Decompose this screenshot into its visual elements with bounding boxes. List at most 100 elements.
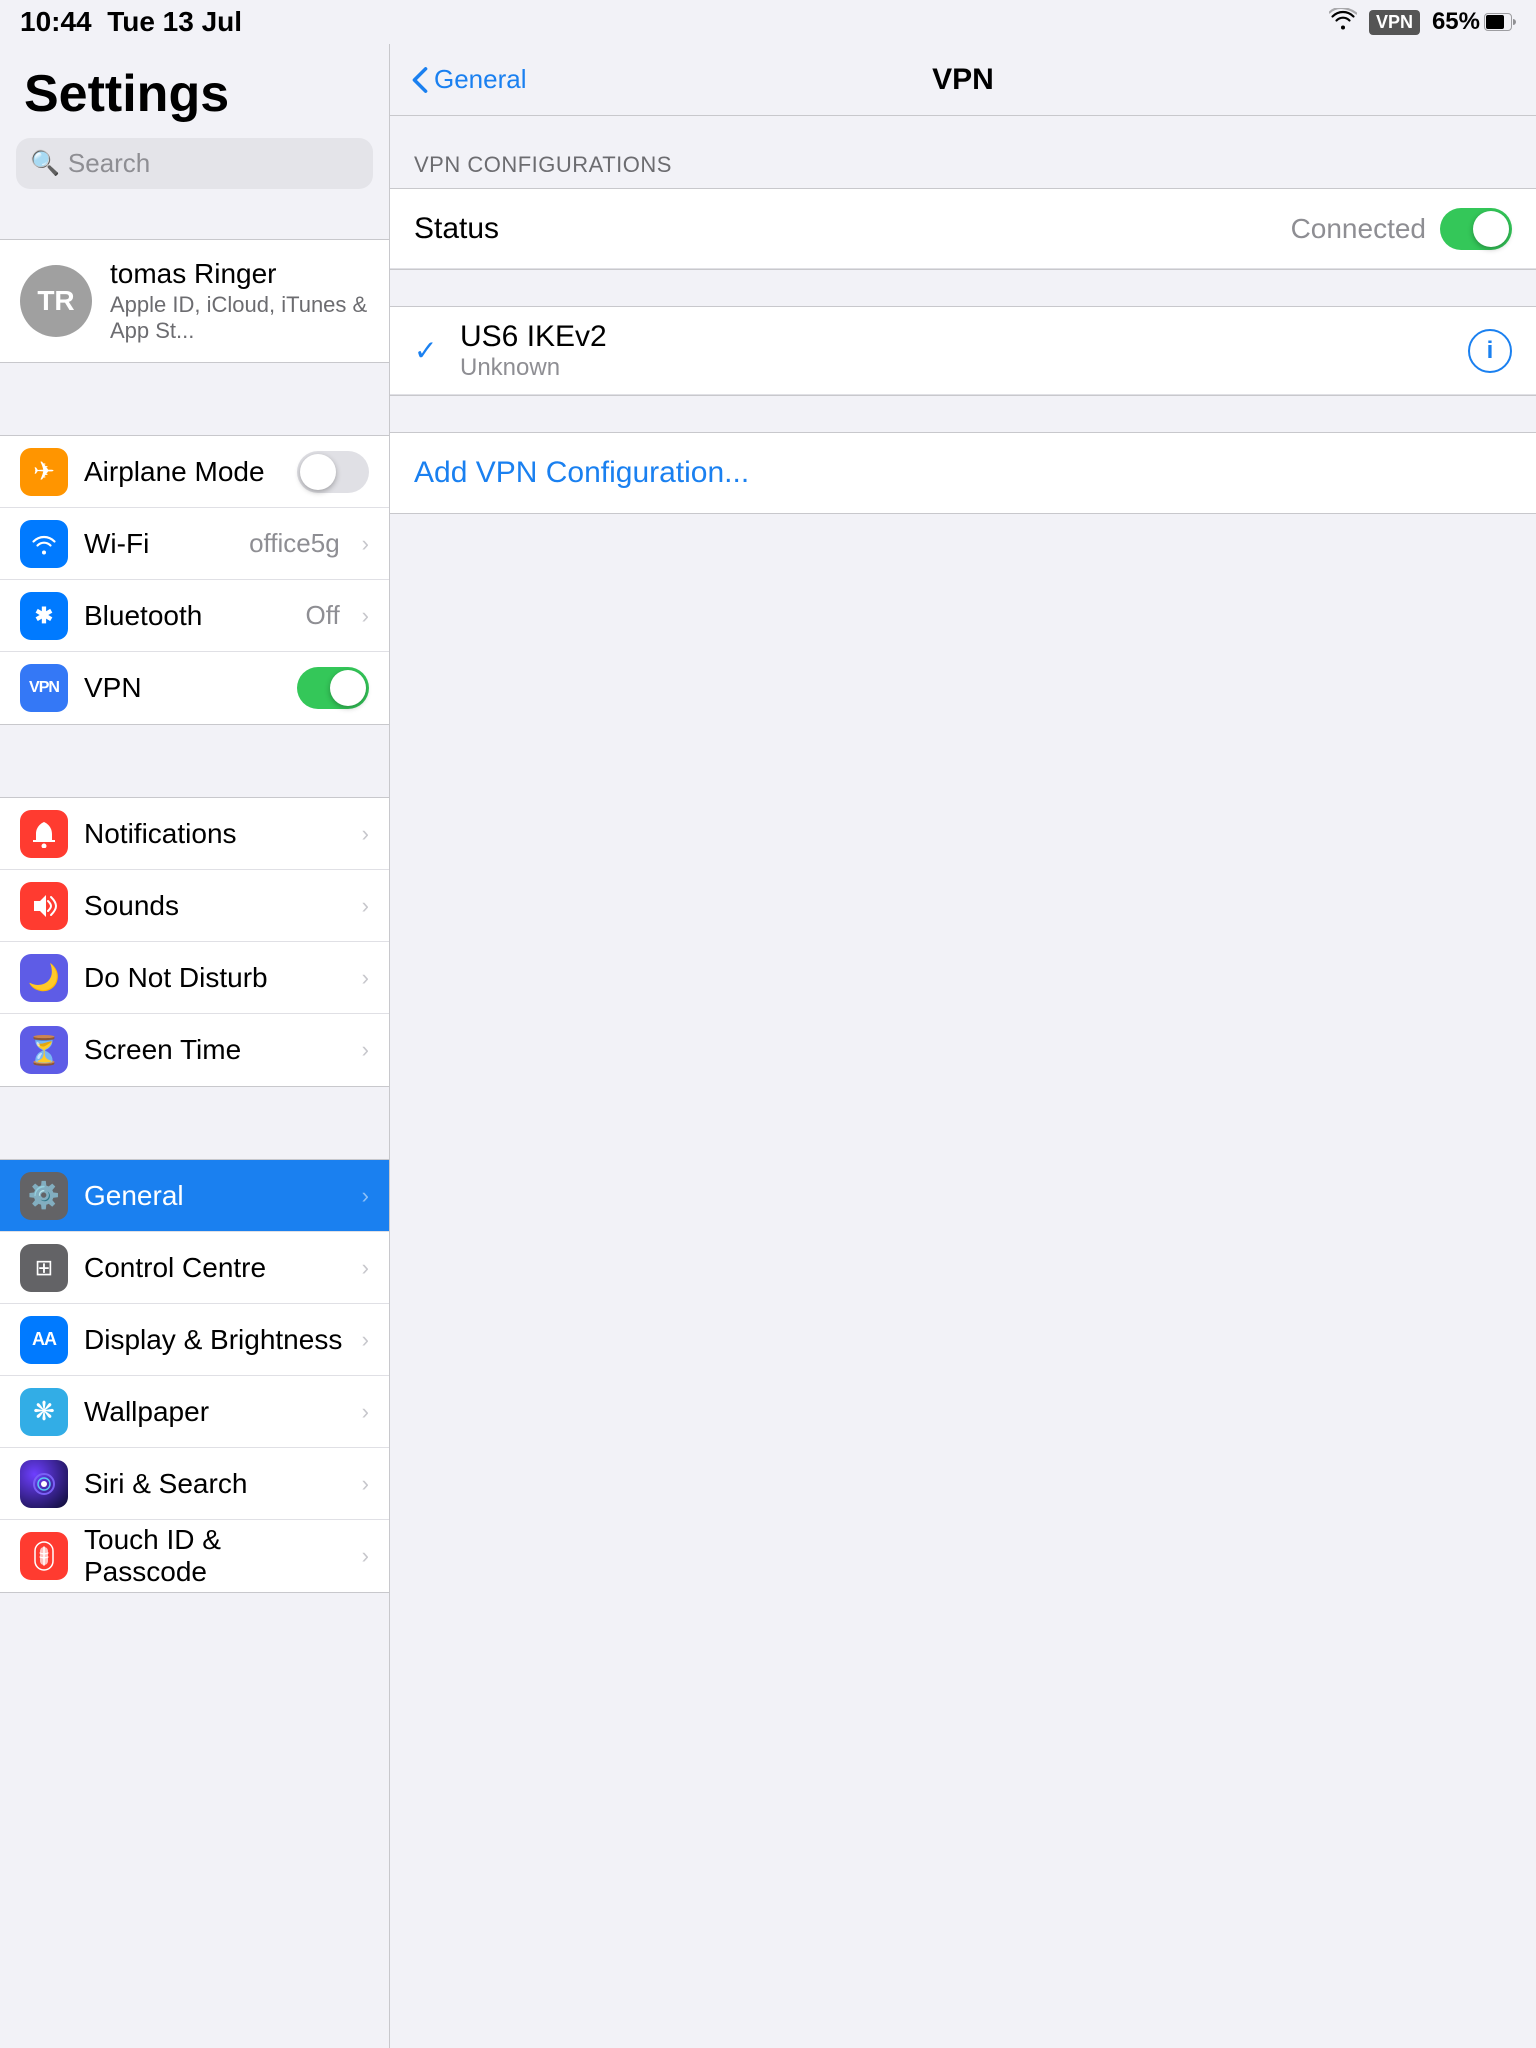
- siri-label: Siri & Search: [84, 1468, 346, 1500]
- general-icon: ⚙️: [20, 1172, 68, 1220]
- settings-group-system: Notifications › Sounds › 🌙 Do Not Distur…: [0, 797, 389, 1087]
- wifi-value: office5g: [249, 528, 340, 559]
- screen-time-chevron: ›: [362, 1037, 369, 1063]
- vpn-nav-title: VPN: [932, 63, 994, 97]
- vpn-config-sub: Unknown: [460, 354, 1468, 382]
- profile-info: tomas Ringer Apple ID, iCloud, iTunes & …: [110, 258, 369, 344]
- vpn-icon: VPN: [20, 664, 68, 712]
- status-time: 10:44 Tue 13 Jul: [20, 6, 242, 38]
- sidebar: Settings 🔍 Search TR tomas Ringer Apple …: [0, 44, 390, 2048]
- screen-time-icon: ⏳: [20, 1026, 68, 1074]
- vpn-config-info: US6 IKEv2 Unknown: [460, 320, 1468, 382]
- control-centre-chevron: ›: [362, 1255, 369, 1281]
- profile-cell[interactable]: TR tomas Ringer Apple ID, iCloud, iTunes…: [0, 239, 389, 363]
- vpn-config-row[interactable]: ✓ US6 IKEv2 Unknown i: [390, 307, 1536, 395]
- sounds-icon: [20, 882, 68, 930]
- sidebar-spacer-2: [0, 363, 389, 399]
- vpn-status-value: Connected: [1291, 213, 1426, 245]
- control-centre-icon: ⊞: [20, 1244, 68, 1292]
- do-not-disturb-icon: 🌙: [20, 954, 68, 1002]
- battery-indicator: 65%: [1432, 8, 1516, 36]
- settings-group-preferences: ⚙️ General › ⊞ Control Centre › AA Displ…: [0, 1159, 389, 1593]
- display-label: Display & Brightness: [84, 1324, 346, 1356]
- vpn-content: VPN CONFIGURATIONS Status Connected ✓ US…: [390, 116, 1536, 586]
- wifi-chevron: ›: [362, 531, 369, 557]
- sidebar-item-wifi[interactable]: Wi-Fi office5g ›: [0, 508, 389, 580]
- bluetooth-icon: ✱: [20, 592, 68, 640]
- sidebar-item-bluetooth[interactable]: ✱ Bluetooth Off ›: [0, 580, 389, 652]
- main-layout: Settings 🔍 Search TR tomas Ringer Apple …: [0, 44, 1536, 2048]
- sidebar-item-do-not-disturb[interactable]: 🌙 Do Not Disturb ›: [0, 942, 389, 1014]
- sidebar-item-vpn[interactable]: VPN VPN: [0, 652, 389, 724]
- vpn-nav-bar: General VPN: [390, 44, 1536, 116]
- notifications-label: Notifications: [84, 818, 346, 850]
- vpn-config-name: US6 IKEv2: [460, 320, 1468, 354]
- airplane-mode-toggle[interactable]: [297, 451, 369, 493]
- screen-time-label: Screen Time: [84, 1034, 346, 1066]
- wallpaper-label: Wallpaper: [84, 1396, 346, 1428]
- sidebar-item-display[interactable]: AA Display & Brightness ›: [0, 1304, 389, 1376]
- settings-group-connectivity: ✈ Airplane Mode Wi-Fi office5g ›: [0, 435, 389, 725]
- wallpaper-chevron: ›: [362, 1399, 369, 1425]
- sounds-label: Sounds: [84, 890, 346, 922]
- right-panel: General VPN VPN CONFIGURATIONS Status Co…: [390, 44, 1536, 2048]
- notifications-chevron: ›: [362, 821, 369, 847]
- vpn-info-button[interactable]: i: [1468, 329, 1512, 373]
- settings-title: Settings: [0, 44, 389, 138]
- vpn-status-toggle[interactable]: [1440, 208, 1512, 250]
- sidebar-item-notifications[interactable]: Notifications ›: [0, 798, 389, 870]
- airplane-mode-icon: ✈: [20, 448, 68, 496]
- bluetooth-label: Bluetooth: [84, 600, 289, 632]
- add-vpn-row[interactable]: Add VPN Configuration...: [390, 433, 1536, 513]
- sidebar-spacer-1: [0, 203, 389, 239]
- display-icon: AA: [20, 1316, 68, 1364]
- profile-name: tomas Ringer: [110, 258, 369, 290]
- control-centre-label: Control Centre: [84, 1252, 346, 1284]
- dnd-chevron: ›: [362, 965, 369, 991]
- wifi-icon: [1329, 8, 1357, 37]
- search-bar-wrap: 🔍 Search: [0, 138, 389, 203]
- profile-subtitle: Apple ID, iCloud, iTunes & App St...: [110, 292, 369, 344]
- bluetooth-chevron: ›: [362, 603, 369, 629]
- vpn-status-card: Status Connected: [390, 188, 1536, 270]
- search-bar[interactable]: 🔍 Search: [16, 138, 373, 189]
- search-placeholder: Search: [68, 148, 150, 179]
- sidebar-item-general[interactable]: ⚙️ General ›: [0, 1160, 389, 1232]
- wifi-settings-icon: [20, 520, 68, 568]
- airplane-mode-label: Airplane Mode: [84, 456, 281, 488]
- search-icon: 🔍: [30, 149, 60, 178]
- general-chevron: ›: [362, 1183, 369, 1209]
- status-bar: 10:44 Tue 13 Jul VPN 65%: [0, 0, 1536, 44]
- add-vpn-label: Add VPN Configuration...: [414, 456, 749, 490]
- back-button[interactable]: General: [410, 64, 527, 95]
- vpn-status-badge: VPN: [1369, 10, 1420, 35]
- siri-chevron: ›: [362, 1471, 369, 1497]
- sidebar-item-control-centre[interactable]: ⊞ Control Centre ›: [0, 1232, 389, 1304]
- sidebar-item-touchid[interactable]: Touch ID & Passcode ›: [0, 1520, 389, 1592]
- sidebar-spacer-3: [0, 725, 389, 761]
- sidebar-item-wallpaper[interactable]: ❋ Wallpaper ›: [0, 1376, 389, 1448]
- vpn-label: VPN: [84, 672, 281, 704]
- vpn-configs-card: ✓ US6 IKEv2 Unknown i: [390, 306, 1536, 396]
- notifications-icon: [20, 810, 68, 858]
- sidebar-item-airplane-mode[interactable]: ✈ Airplane Mode: [0, 436, 389, 508]
- general-label: General: [84, 1180, 346, 1212]
- add-vpn-card: Add VPN Configuration...: [390, 432, 1536, 514]
- sidebar-item-sounds[interactable]: Sounds ›: [0, 870, 389, 942]
- sidebar-spacer-4: [0, 1087, 389, 1123]
- sidebar-item-siri[interactable]: Siri & Search ›: [0, 1448, 389, 1520]
- wallpaper-icon: ❋: [20, 1388, 68, 1436]
- vpn-section-header: VPN CONFIGURATIONS: [390, 152, 1536, 188]
- avatar: TR: [20, 265, 92, 337]
- sidebar-item-screen-time[interactable]: ⏳ Screen Time ›: [0, 1014, 389, 1086]
- touchid-icon: [20, 1532, 68, 1580]
- sounds-chevron: ›: [362, 893, 369, 919]
- vpn-status-label: Status: [414, 212, 1291, 246]
- vpn-status-row: Status Connected: [390, 189, 1536, 269]
- vpn-toggle[interactable]: [297, 667, 369, 709]
- touchid-label: Touch ID & Passcode: [84, 1524, 346, 1588]
- wifi-label: Wi-Fi: [84, 528, 233, 560]
- display-chevron: ›: [362, 1327, 369, 1353]
- touchid-chevron: ›: [362, 1543, 369, 1569]
- do-not-disturb-label: Do Not Disturb: [84, 962, 346, 994]
